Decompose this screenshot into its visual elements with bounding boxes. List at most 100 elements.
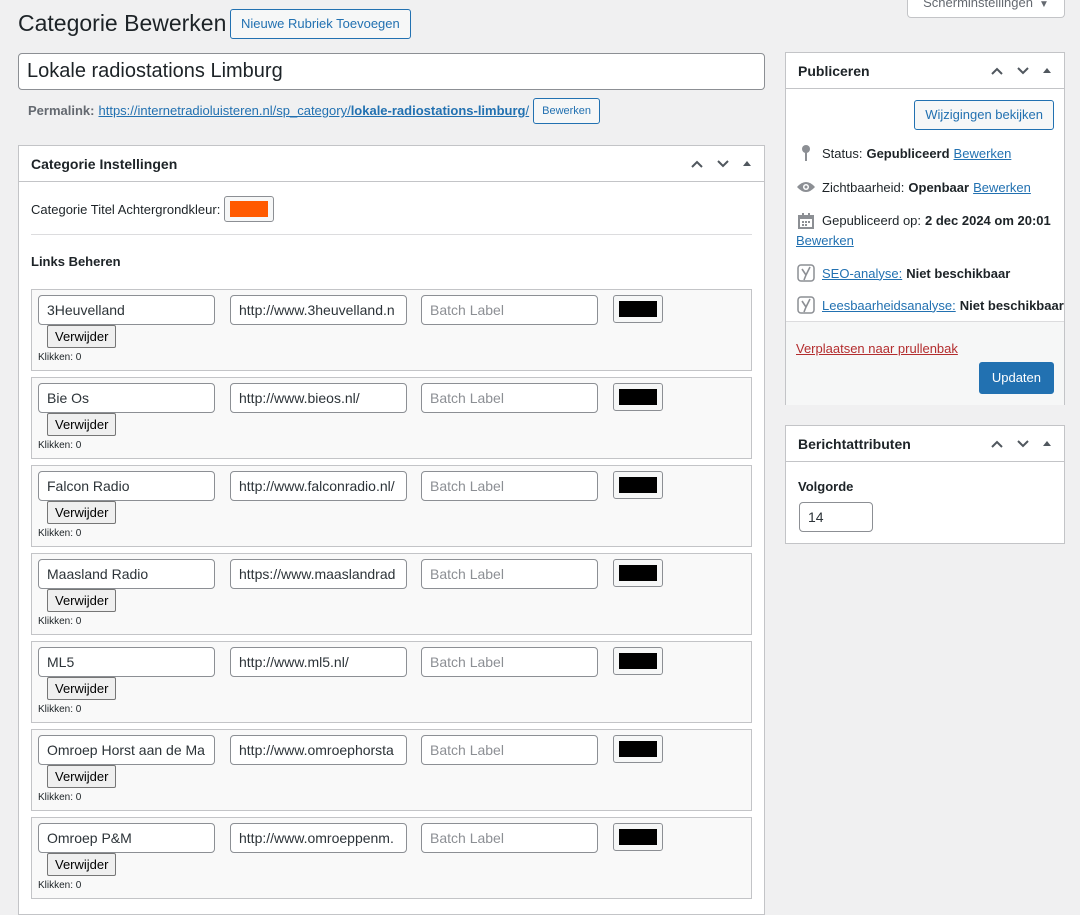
published-value: 2 dec 2024 om 20:01 [925, 213, 1051, 228]
link-url-input[interactable]: https://www.maaslandrad [230, 559, 407, 589]
link-clicks-count: Klikken: 0 [38, 440, 82, 451]
batch-label-input[interactable]: Batch Label [421, 647, 598, 677]
status-value: Gepubliceerd [866, 145, 950, 161]
link-color-picker[interactable] [613, 471, 663, 499]
publish-actions: Verplaatsen naar prullenbak Updaten [786, 321, 1064, 405]
link-color-picker[interactable] [613, 823, 663, 851]
page-title: Categorie Bewerken [18, 10, 227, 36]
readability-row: Leesbaarheidsanalyse: Niet beschikbaar [796, 295, 1064, 315]
screen-options-label: Scherminstellingen [923, 0, 1033, 10]
link-row: Falcon Radio http://www.falconradio.nl/Ba… [31, 465, 752, 547]
link-color-picker[interactable] [613, 735, 663, 763]
permalink-link[interactable]: https://internetradioluisteren.nl/sp_cat… [98, 98, 529, 124]
link-color-picker[interactable] [613, 383, 663, 411]
move-to-trash-link[interactable]: Verplaatsen naar prullenbak [796, 341, 958, 356]
delete-link-button[interactable]: Verwijder [47, 413, 117, 436]
pin-icon [796, 143, 816, 163]
move-down-icon[interactable] [1016, 437, 1030, 451]
move-up-icon[interactable] [990, 64, 1004, 78]
box-handle-actions [690, 157, 752, 171]
preview-changes-button[interactable]: Wijzigingen bekijken [914, 100, 1054, 130]
link-clicks-count: Klikken: 0 [38, 880, 82, 891]
readability-analysis-link[interactable]: Leesbaarheidsanalyse: [822, 298, 956, 313]
link-color-fill [619, 389, 657, 405]
category-settings-box: Categorie Instellingen Categorie Titel A… [18, 145, 765, 915]
links-heading: Links Beheren [31, 254, 121, 269]
link-name-input[interactable]: Falcon Radio [38, 471, 215, 501]
calendar-icon [796, 211, 816, 231]
link-color-picker[interactable] [613, 647, 663, 675]
delete-link-button[interactable]: Verwijder [47, 677, 117, 700]
box-handle-actions [990, 64, 1052, 78]
seo-row: SEO-analyse: Niet beschikbaar [796, 263, 1010, 283]
link-name-input[interactable]: Maasland Radio [38, 559, 215, 589]
batch-label-input[interactable]: Batch Label [421, 471, 598, 501]
visibility-edit-link[interactable]: Bewerken [973, 180, 1031, 195]
batch-label-input[interactable]: Batch Label [421, 383, 598, 413]
link-row: 3Heuvelland http://www.3heuvelland.n Batch… [31, 289, 752, 371]
link-name-input[interactable]: Omroep Horst aan de Ma [38, 735, 215, 765]
delete-link-button[interactable]: Verwijder [47, 501, 117, 524]
background-color-picker[interactable] [224, 196, 275, 222]
screen-options-button[interactable]: Scherminstellingen ▼ [907, 0, 1065, 18]
link-row: Omroep Horst aan de Ma http://www.omroeph… [31, 729, 752, 811]
post-attributes-box: Berichtattributen Volgorde 14 [785, 425, 1065, 544]
batch-label-input[interactable]: Batch Label [421, 735, 598, 765]
collapse-toggle-icon[interactable] [742, 159, 752, 169]
box-handle-actions [990, 437, 1052, 451]
link-color-fill [619, 477, 657, 493]
move-down-icon[interactable] [716, 157, 730, 171]
batch-label-input[interactable]: Batch Label [421, 559, 598, 589]
permalink-edit-button[interactable]: Bewerken [533, 98, 601, 124]
link-name-input[interactable]: ML5 [38, 647, 215, 677]
category-title-input[interactable]: Lokale radiostations Limburg [18, 53, 765, 90]
delete-link-button[interactable]: Verwijder [47, 853, 117, 876]
link-clicks-count: Klikken: 0 [38, 704, 82, 715]
link-url-input[interactable]: http://www.omroephorsta [230, 735, 407, 765]
visibility-value: Openbaar [908, 179, 970, 195]
visibility-row: Zichtbaarheid: Openbaar Bewerken [796, 177, 1031, 197]
yoast-icon [796, 295, 816, 315]
delete-link-button[interactable]: Verwijder [47, 765, 117, 788]
move-up-icon[interactable] [690, 157, 704, 171]
link-color-fill [619, 741, 657, 757]
link-color-picker[interactable] [613, 295, 663, 323]
link-color-fill [619, 653, 657, 669]
link-color-picker[interactable] [613, 559, 663, 587]
status-edit-link[interactable]: Bewerken [954, 146, 1012, 161]
link-name-input[interactable]: Bie Os [38, 383, 215, 413]
link-url-input[interactable]: http://www.bieos.nl/ [230, 383, 407, 413]
order-label: Volgorde [798, 479, 854, 494]
link-url-input[interactable]: http://www.3heuvelland.n [230, 295, 407, 325]
add-new-category-button[interactable]: Nieuwe Rubriek Toevoegen [230, 9, 411, 39]
permalink-label: Permalink: [28, 103, 95, 118]
link-name-input[interactable]: Omroep P&M [38, 823, 215, 853]
seo-value: Niet beschikbaar [906, 265, 1011, 281]
caret-down-icon: ▼ [1038, 0, 1049, 10]
publish-header: Publiceren [786, 53, 1064, 89]
link-url-input[interactable]: http://www.falconradio.nl/ [230, 471, 407, 501]
link-clicks-count: Klikken: 0 [38, 528, 82, 539]
link-url-input[interactable]: http://www.ml5.nl/ [230, 647, 407, 677]
delete-link-button[interactable]: Verwijder [47, 325, 117, 348]
link-row: Omroep P&M http://www.omroeppenm. Batch La… [31, 817, 752, 899]
published-date-row: Gepubliceerd op: 2 dec 2024 om 20:01 Bewe… [796, 211, 1051, 251]
link-clicks-count: Klikken: 0 [38, 352, 82, 363]
link-clicks-count: Klikken: 0 [38, 792, 82, 803]
link-name-input[interactable]: 3Heuvelland [38, 295, 215, 325]
published-edit-link[interactable]: Bewerken [796, 233, 854, 248]
move-down-icon[interactable] [1016, 64, 1030, 78]
batch-label-input[interactable]: Batch Label [421, 295, 598, 325]
move-up-icon[interactable] [990, 437, 1004, 451]
order-input[interactable]: 14 [799, 502, 873, 532]
background-color-fill [230, 201, 269, 217]
batch-label-input[interactable]: Batch Label [421, 823, 598, 853]
publish-title: Publiceren [798, 62, 870, 79]
delete-link-button[interactable]: Verwijder [47, 589, 117, 612]
collapse-toggle-icon[interactable] [1042, 439, 1052, 449]
background-color-row: Categorie Titel Achtergrondkleur: [31, 196, 752, 222]
update-button[interactable]: Updaten [978, 362, 1054, 394]
link-url-input[interactable]: http://www.omroeppenm. [230, 823, 407, 853]
seo-analysis-link[interactable]: SEO-analyse: [822, 266, 902, 281]
collapse-toggle-icon[interactable] [1042, 66, 1052, 76]
